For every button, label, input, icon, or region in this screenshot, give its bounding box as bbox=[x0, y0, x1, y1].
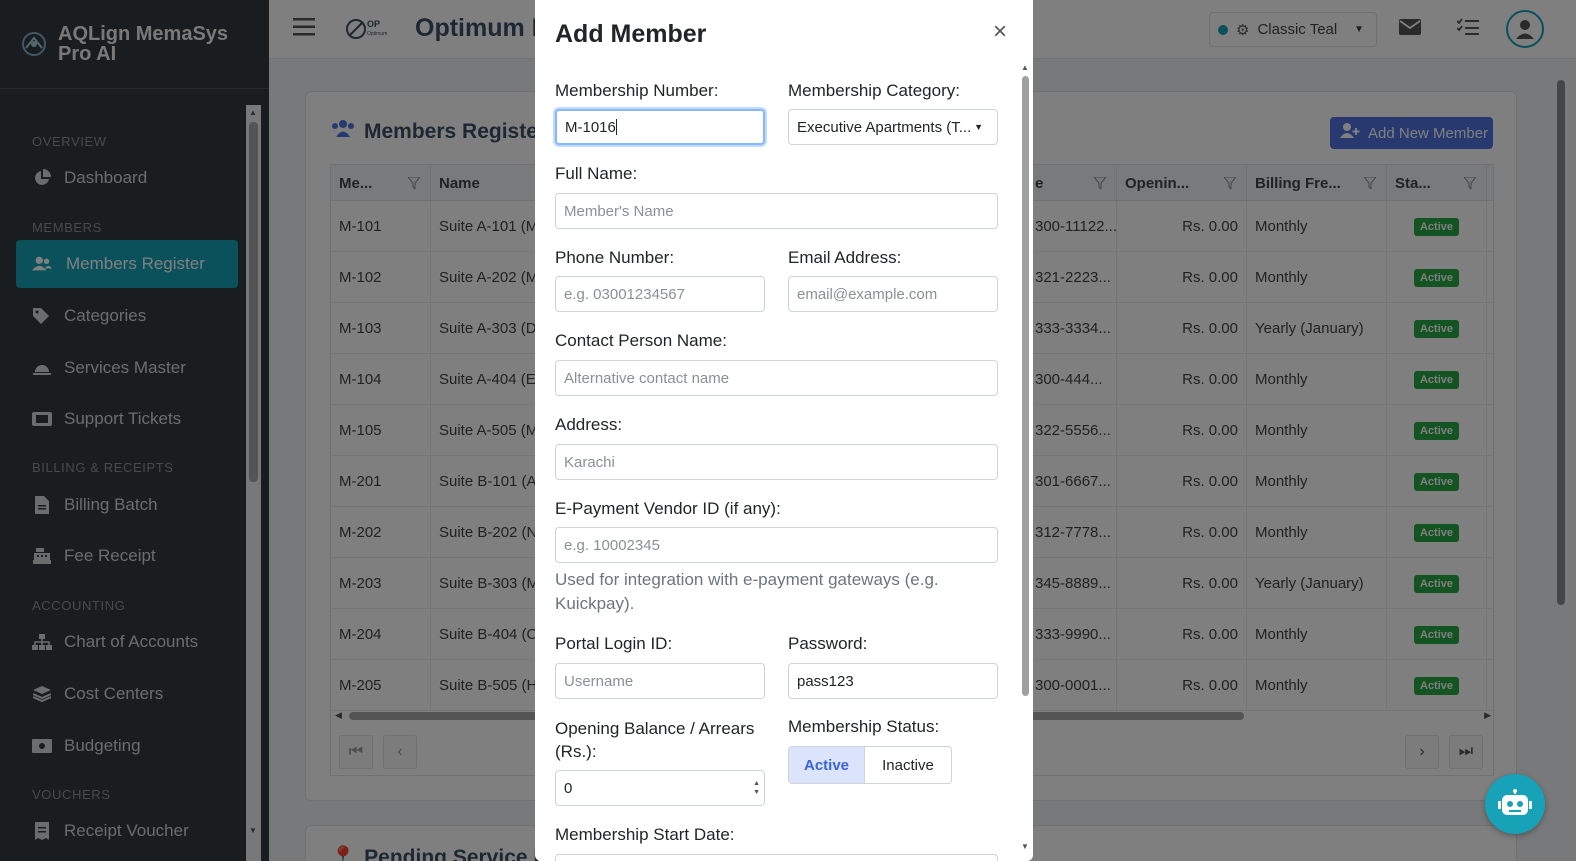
membership-status-label: Membership Status: bbox=[788, 717, 940, 736]
contact-person-label: Contact Person Name: bbox=[555, 331, 727, 350]
phone-number-label: Phone Number: bbox=[555, 248, 675, 267]
full-name-input[interactable]: Member's Name bbox=[555, 193, 998, 229]
membership-status-toggle: Active Inactive bbox=[788, 746, 952, 784]
caret-down-icon: ▼ bbox=[974, 122, 983, 132]
contact-person-input[interactable]: Alternative contact name bbox=[555, 360, 998, 396]
modal-scroll-thumb[interactable] bbox=[1022, 76, 1029, 696]
text-cursor bbox=[615, 119, 617, 135]
membership-category-value: Executive Apartments (T... bbox=[797, 118, 972, 136]
membership-number-input[interactable]: M-1016 bbox=[555, 109, 765, 145]
chatbot-button[interactable] bbox=[1485, 774, 1545, 834]
vendor-id-input[interactable]: e.g. 10002345 bbox=[555, 527, 998, 563]
spinner-up-icon[interactable]: ▲ bbox=[753, 779, 760, 788]
membership-number-label: Membership Number: bbox=[555, 81, 719, 100]
scroll-up-arrow-icon[interactable]: ▲ bbox=[1021, 63, 1029, 72]
phone-number-input[interactable]: e.g. 03001234567 bbox=[555, 276, 765, 312]
email-address-input[interactable]: email@example.com bbox=[788, 276, 998, 312]
full-name-label: Full Name: bbox=[555, 164, 638, 183]
robot-icon bbox=[1498, 789, 1532, 815]
close-icon[interactable]: × bbox=[993, 18, 1007, 46]
status-active-option[interactable]: Active bbox=[789, 747, 865, 783]
start-date-label: Membership Start Date: bbox=[555, 825, 735, 844]
portal-login-label: Portal Login ID: bbox=[555, 634, 673, 653]
scroll-down-arrow-icon[interactable]: ▼ bbox=[1021, 842, 1029, 851]
spinner-down-icon[interactable]: ▼ bbox=[753, 788, 760, 797]
opening-balance-value: 0 bbox=[564, 779, 573, 797]
address-input[interactable]: Karachi bbox=[555, 444, 998, 480]
status-inactive-option[interactable]: Inactive bbox=[865, 747, 951, 783]
password-input[interactable]: pass123 bbox=[788, 663, 998, 699]
address-label: Address: bbox=[555, 415, 623, 434]
start-date-input[interactable] bbox=[555, 854, 998, 861]
portal-login-input[interactable]: Username bbox=[555, 663, 765, 699]
membership-category-select[interactable]: Executive Apartments (T... ▼ bbox=[788, 109, 998, 145]
modal-title: Add Member bbox=[555, 20, 707, 48]
membership-category-label: Membership Category: bbox=[788, 81, 960, 100]
email-address-label: Email Address: bbox=[788, 248, 902, 267]
membership-number-value: M-1016 bbox=[565, 118, 616, 136]
opening-balance-input[interactable]: 0 ▲ ▼ bbox=[555, 770, 765, 806]
password-label: Password: bbox=[788, 634, 868, 653]
number-spinner[interactable]: ▲ ▼ bbox=[753, 779, 760, 797]
vendor-id-help-text: Used for integration with e-payment gate… bbox=[555, 570, 939, 613]
vendor-id-label: E-Payment Vendor ID (if any): bbox=[555, 499, 781, 518]
opening-balance-label: Opening Balance / Arrears (Rs.): bbox=[555, 719, 755, 761]
